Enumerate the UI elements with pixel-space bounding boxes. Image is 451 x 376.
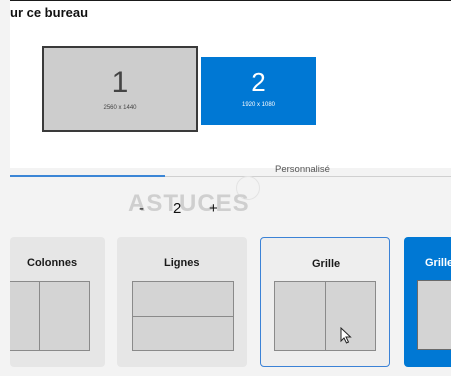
layout-card-label: Colonnes	[27, 257, 78, 269]
layout-preview-columns	[10, 281, 90, 351]
monitor-1[interactable]: 1 2560 x 1440	[42, 46, 198, 132]
layout-card-colonnes[interactable]: Colonnes	[10, 237, 105, 367]
tab-divider	[165, 176, 451, 177]
layout-preview-rows	[132, 281, 234, 351]
zone-count-minus-button[interactable]: -	[139, 200, 144, 217]
page-title: ur ce bureau	[10, 5, 89, 20]
left-edge	[0, 0, 10, 376]
monitor-1-resolution: 2560 x 1440	[103, 105, 137, 111]
layout-preview-grid	[274, 281, 376, 351]
monitor-2-resolution: 1920 x 1080	[241, 102, 276, 108]
zone-count-plus-button[interactable]: +	[209, 200, 218, 217]
layout-card-label: Grille	[425, 257, 451, 269]
watermark-text: ASTUCES	[128, 190, 250, 217]
layout-card-grille-2[interactable]: Grille	[404, 237, 451, 367]
layout-card-label: Lignes	[164, 257, 200, 269]
monitor-2-number: 2	[251, 67, 266, 97]
top-divider	[10, 0, 451, 1]
monitor-1-number: 1	[111, 66, 129, 99]
zone-count-value: 2	[173, 200, 182, 217]
tab-active-indicator	[10, 175, 165, 177]
layout-preview-grid-2	[417, 280, 451, 350]
monitor-2[interactable]: 2 1920 x 1080	[201, 57, 316, 125]
layout-card-label: Grille	[312, 258, 341, 270]
layout-card-lignes[interactable]: Lignes	[117, 237, 247, 367]
tab-custom[interactable]: Personnalisé	[275, 164, 330, 175]
mouse-cursor-icon	[340, 327, 352, 344]
layout-card-grille[interactable]: Grille	[260, 237, 390, 367]
